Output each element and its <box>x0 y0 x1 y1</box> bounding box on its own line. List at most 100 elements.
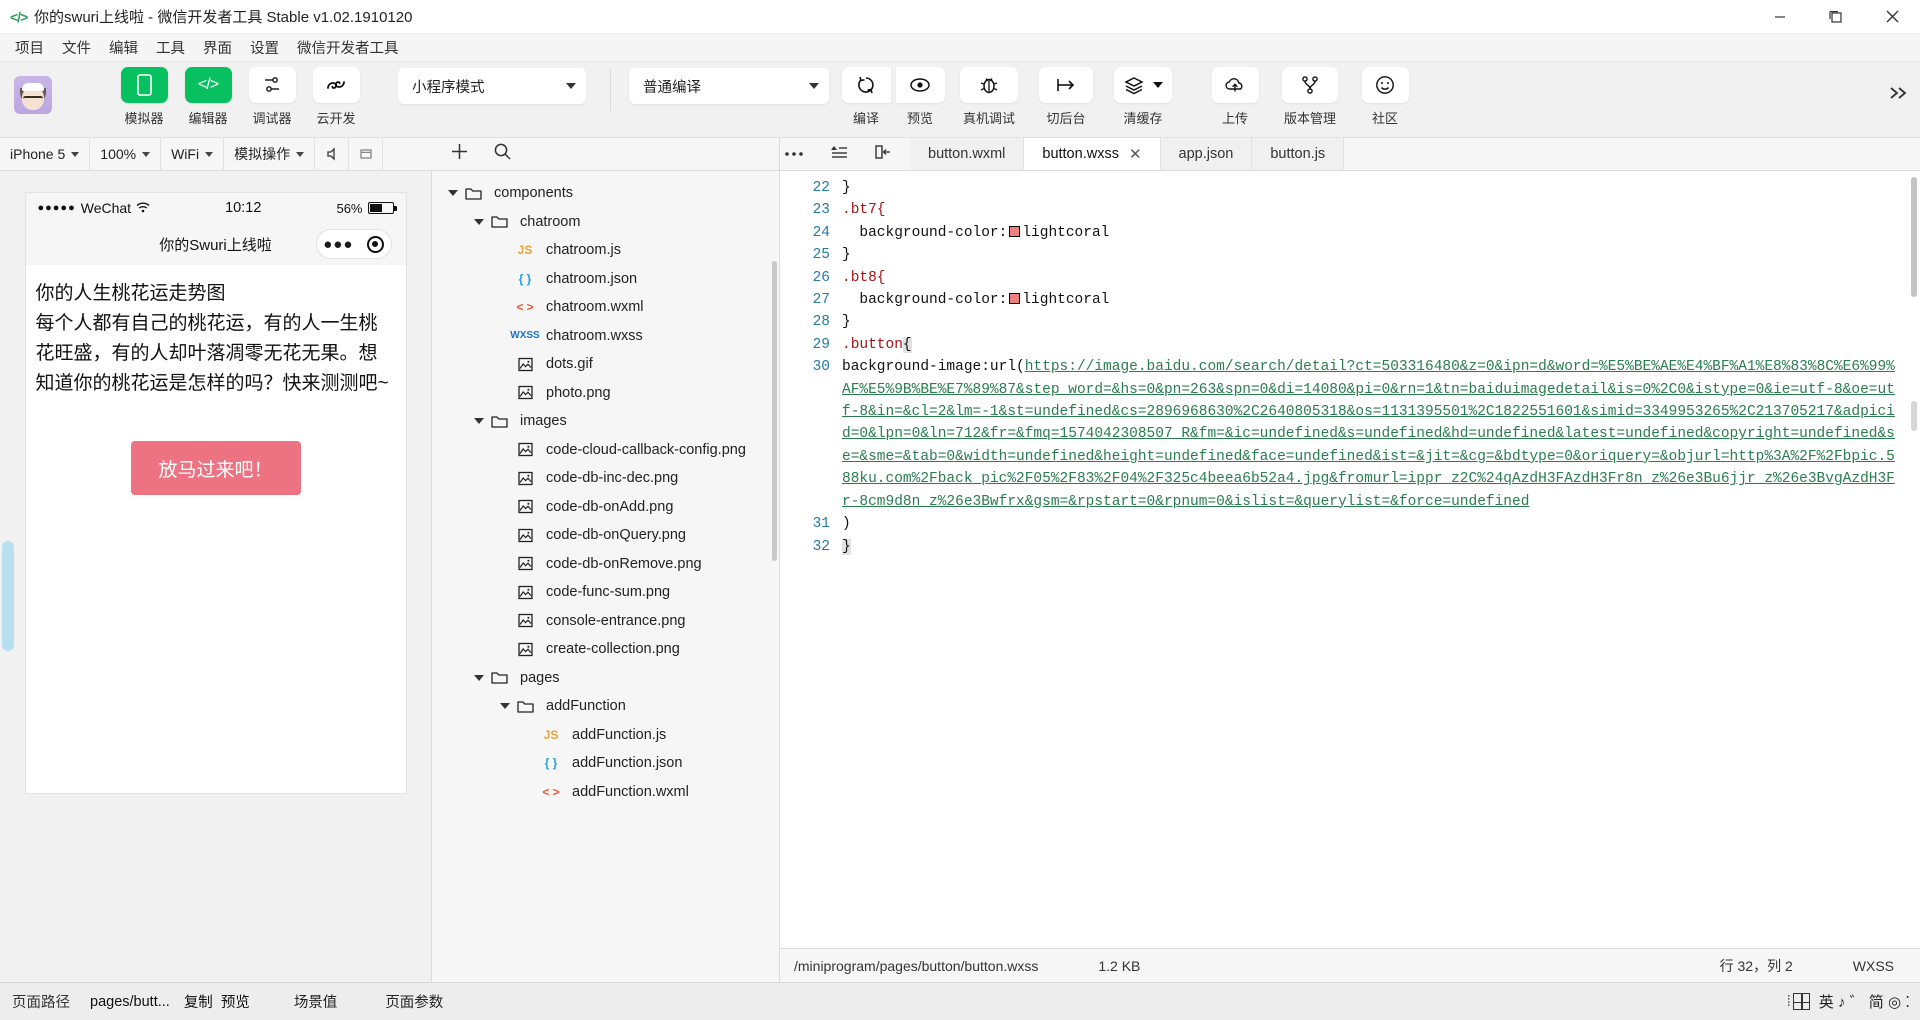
tree-file-row[interactable]: code-db-onRemove.png <box>432 550 779 579</box>
maximize-button[interactable] <box>1808 0 1864 34</box>
chevron-down-icon[interactable] <box>472 674 486 681</box>
toolbar-button-community[interactable]: 社区 <box>1360 67 1410 127</box>
window-icon[interactable] <box>349 138 384 170</box>
tree-folder-row[interactable]: components <box>432 179 779 208</box>
toolbar-overflow-button[interactable] <box>1888 84 1910 107</box>
color-swatch[interactable] <box>1009 293 1021 305</box>
tree-file-row[interactable]: code-func-sum.png <box>432 578 779 607</box>
phone-icon <box>120 67 168 103</box>
ime-indicator[interactable]: 英 ♪ ゛ 简 ◎ ⁚ <box>1792 991 1920 1012</box>
tree-file-row[interactable]: code-cloud-callback-config.png <box>432 436 779 465</box>
tree-folder-row[interactable]: pages <box>432 664 779 693</box>
code-text: } <box>842 247 851 264</box>
code-area[interactable]: 22 23 24 25 26 27 28 29 30 31 32 } .bt7{ background… <box>780 171 1920 948</box>
split-panel-icon[interactable] <box>874 144 892 165</box>
wechat-capsule[interactable]: ●●● <box>315 229 392 259</box>
color-swatch[interactable] <box>1009 225 1021 237</box>
toolbar-button-editor[interactable]: </> 编辑器 <box>183 67 233 127</box>
toolbar-button-version-control[interactable]: 版本管理 <box>1279 67 1341 127</box>
ellipsis-icon[interactable]: ●●● <box>323 236 353 253</box>
tree-file-row[interactable]: { } addFunction.json <box>432 749 779 778</box>
ellipsis-icon[interactable] <box>784 145 804 163</box>
chevron-down-icon[interactable] <box>498 703 512 710</box>
menu-item-project[interactable]: 项目 <box>6 34 53 61</box>
tree-file-row[interactable]: code-db-onQuery.png <box>432 521 779 550</box>
tree-folder-row[interactable]: addFunction <box>432 692 779 721</box>
toolbar-button-clear-cache[interactable]: 清缓存 <box>1113 67 1173 127</box>
toolbar-button-compile[interactable]: 编译 <box>841 67 891 127</box>
code-content[interactable]: } .bt7{ background-color: lightcoral} .bt8{… <box>842 177 1920 948</box>
mode-select[interactable]: 小程序模式 <box>398 68 586 104</box>
code-text: ) <box>842 516 851 533</box>
menu-item-settings[interactable]: 设置 <box>241 34 288 61</box>
tree-file-row[interactable]: < > addFunction.wxml <box>432 778 779 807</box>
compile-select[interactable]: 普通编译 <box>629 68 829 104</box>
tree-file-row[interactable]: JS chatroom.js <box>432 236 779 265</box>
toolbar-button-upload[interactable]: 上传 <box>1210 67 1260 127</box>
tree-file-row[interactable]: < > chatroom.wxml <box>432 293 779 322</box>
editor-scrollbar-secondary[interactable] <box>1911 401 1917 431</box>
chevron-down-icon[interactable] <box>446 190 460 197</box>
search-icon[interactable] <box>493 142 512 166</box>
device-select-value: iPhone 5 <box>10 146 66 162</box>
tree-file-row[interactable]: code-db-onAdd.png <box>432 493 779 522</box>
folder-icon <box>512 699 538 714</box>
page-path-value[interactable]: pages/butt... <box>80 994 180 1010</box>
editor-scrollbar[interactable] <box>1911 177 1917 297</box>
outline-icon[interactable] <box>830 144 848 165</box>
toolbar-button-cloud-dev[interactable]: 云开发 <box>311 67 361 127</box>
status-language: WXSS <box>1852 957 1894 974</box>
tree-file-row[interactable]: JS addFunction.js <box>432 721 779 750</box>
tree-file-row[interactable]: create-collection.png <box>432 635 779 664</box>
toolbar-button-background[interactable]: 切后台 <box>1038 67 1094 127</box>
code-line: .bt8{ <box>842 267 1898 289</box>
tree-item-label: code-db-onAdd.png <box>546 498 674 515</box>
menu-item-devtools[interactable]: 微信开发者工具 <box>288 34 408 61</box>
simulate-action-select[interactable]: 模拟操作 <box>224 138 316 170</box>
close-button[interactable] <box>1864 0 1920 34</box>
chevron-down-icon[interactable] <box>472 218 486 225</box>
tree-file-row[interactable]: WXSS chatroom.wxss <box>432 322 779 351</box>
minimize-button[interactable] <box>1752 0 1808 34</box>
zoom-select[interactable]: 100% <box>90 138 162 170</box>
tree-item-label: chatroom.wxml <box>546 299 644 316</box>
target-circle-icon[interactable] <box>366 235 384 253</box>
copy-button[interactable]: 复制 <box>180 991 217 1012</box>
preview-button[interactable]: 预览 <box>217 991 254 1012</box>
chevron-down-icon[interactable] <box>472 418 486 425</box>
simulator-resize-handle[interactable] <box>2 541 14 651</box>
toolbar-button-debugger[interactable]: 调试器 <box>247 67 297 127</box>
refresh-icon <box>841 67 891 103</box>
code-line: } <box>842 536 1898 558</box>
page-params-tab[interactable]: 页面参数 <box>375 991 453 1012</box>
menu-item-ui[interactable]: 界面 <box>194 34 241 61</box>
tree-file-row[interactable]: console-entrance.png <box>432 607 779 636</box>
tree-folder-row[interactable]: chatroom <box>432 208 779 237</box>
tree-scrollbar[interactable] <box>772 261 777 561</box>
editor-tab-button-js[interactable]: button.js <box>1252 138 1345 170</box>
editor-tab-app-json[interactable]: app.json <box>1160 138 1253 170</box>
tree-file-row[interactable]: photo.png <box>432 379 779 408</box>
menu-item-file[interactable]: 文件 <box>53 34 100 61</box>
toolbar-button-simulator[interactable]: 模拟器 <box>119 67 169 127</box>
tree-file-row[interactable]: code-db-inc-dec.png <box>432 464 779 493</box>
menu-item-tools[interactable]: 工具 <box>147 34 194 61</box>
battery-percent: 56% <box>336 200 363 216</box>
close-icon[interactable]: ✕ <box>1129 145 1142 163</box>
editor-tab-button-wxss[interactable]: button.wxss ✕ <box>1024 138 1161 170</box>
toolbar-button-preview[interactable]: 预览 <box>895 67 945 127</box>
tree-file-row[interactable]: { } chatroom.json <box>432 265 779 294</box>
volume-icon[interactable] <box>315 138 350 170</box>
network-select[interactable]: WiFi <box>161 138 225 170</box>
editor-tabs: button.wxml button.wxss ✕ app.json butto… <box>910 138 1345 170</box>
device-select[interactable]: iPhone 5 <box>0 138 91 170</box>
cta-button[interactable]: 放马过来吧！ <box>130 441 301 495</box>
plus-icon[interactable] <box>450 142 469 166</box>
avatar[interactable] <box>14 76 52 114</box>
editor-tab-button-wxml[interactable]: button.wxml <box>910 138 1025 170</box>
tree-folder-row[interactable]: images <box>432 407 779 436</box>
menu-item-edit[interactable]: 编辑 <box>100 34 147 61</box>
tree-file-row[interactable]: dots.gif <box>432 350 779 379</box>
toolbar-button-real-device-debug[interactable]: 真机调试 <box>959 67 1019 127</box>
scene-value-tab[interactable]: 场景值 <box>284 991 348 1012</box>
